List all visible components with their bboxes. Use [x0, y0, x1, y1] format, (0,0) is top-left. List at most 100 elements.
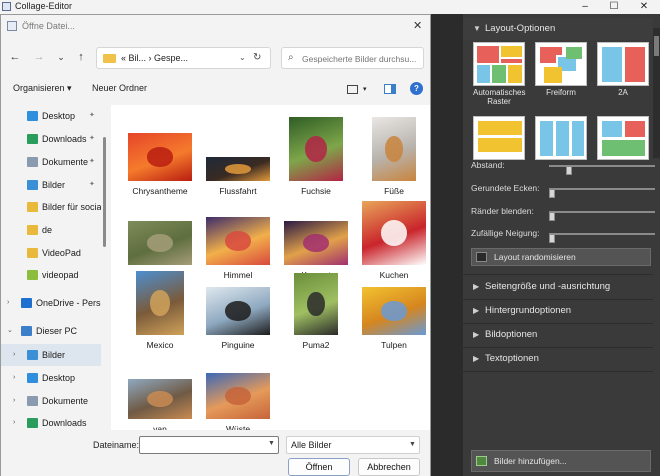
file-item[interactable]: Chrysantheme	[119, 133, 201, 196]
forward-button[interactable]: →	[31, 49, 47, 65]
chevron-down-icon[interactable]: ▼	[268, 440, 275, 447]
thumbnail-subject	[381, 301, 407, 321]
nav-item[interactable]: de	[1, 219, 101, 241]
nav-item[interactable]: › OneDrive - Perso	[1, 292, 101, 314]
nav-item[interactable]: Bilder ✦	[1, 174, 101, 196]
collage-canvas[interactable]	[430, 14, 463, 476]
filename-combobox[interactable]: ▼	[139, 436, 279, 454]
rounded-corners-slider[interactable]	[549, 188, 655, 198]
file-name: Himmel	[223, 270, 253, 280]
image-options-section[interactable]: ▶ Bildoptionen	[463, 324, 653, 346]
organize-menu[interactable]: Organisieren ▾	[13, 83, 72, 94]
address-bar[interactable]: « Bil... › Gespe... ⌄ ↻	[96, 47, 271, 69]
scrollbar-thumb[interactable]	[103, 137, 106, 247]
cancel-button[interactable]: Abbrechen	[358, 458, 420, 476]
file-type-filter[interactable]: Alle Bilder ▼	[286, 436, 420, 454]
layout-option-6[interactable]	[597, 116, 649, 160]
scrollbar-thumb[interactable]	[654, 36, 659, 56]
randomize-layout-button[interactable]: Layout randomisieren	[471, 248, 651, 266]
file-list-pane: ChrysanthemeFlussfahrtFuchsieFüßeHaseHim…	[111, 105, 430, 430]
nav-item[interactable]: ⌄ Dieser PC	[1, 320, 101, 342]
refresh-button[interactable]: ↻	[253, 52, 261, 63]
file-item[interactable]: Flussfahrt	[197, 157, 279, 196]
text-options-section[interactable]: ▶ Textoptionen	[463, 348, 653, 370]
file-item[interactable]: Pinguine	[197, 287, 279, 350]
breadcrumb[interactable]: « Bil... › Gespe...	[121, 53, 188, 63]
layout-option-5[interactable]	[535, 116, 587, 160]
preview-pane-icon[interactable]	[384, 84, 396, 94]
maximize-button[interactable]: ☐	[600, 0, 628, 14]
file-item[interactable]: Füße	[353, 117, 430, 196]
image-thumbnail	[128, 133, 192, 181]
search-box[interactable]: ⌕	[281, 47, 424, 69]
pictures-icon	[27, 180, 38, 190]
slider-knob[interactable]	[549, 212, 555, 221]
chevron-down-icon: ▼	[473, 24, 481, 33]
nav-item[interactable]: › Downloads	[1, 412, 101, 430]
back-button[interactable]: ←	[7, 49, 23, 65]
file-item[interactable]: Wüste	[197, 373, 279, 430]
nav-item[interactable]: › Desktop	[1, 367, 101, 389]
nav-item[interactable]: videopad	[1, 264, 101, 286]
layout-grid: Automatisches Raster Freiform 2A	[473, 42, 651, 160]
slider-knob[interactable]	[566, 166, 572, 175]
file-item[interactable]: van	[119, 379, 201, 430]
background-options-section[interactable]: ▶ Hintergrundoptionen	[463, 300, 653, 322]
chevron-right-icon[interactable]: ›	[7, 292, 9, 314]
nav-scrollbar[interactable]	[103, 107, 107, 407]
slider-knob[interactable]	[549, 189, 555, 198]
file-name: Chrysantheme	[132, 186, 188, 196]
layout-freeform[interactable]: Freiform	[535, 42, 587, 97]
add-image-icon	[476, 456, 487, 466]
thumbnail-subject	[225, 164, 251, 174]
chevron-right-icon[interactable]: ›	[13, 390, 15, 412]
view-dropdown[interactable]: ▾	[363, 85, 367, 93]
image-thumbnail	[294, 273, 338, 335]
folder-icon	[103, 54, 116, 63]
layout-auto-grid[interactable]: Automatisches Raster	[473, 42, 525, 106]
view-icon[interactable]	[347, 85, 358, 94]
chevron-right-icon: ▶	[473, 354, 480, 363]
file-item[interactable]: Tulpen	[353, 287, 430, 350]
add-images-button[interactable]: Bilder hinzufügen...	[471, 450, 651, 472]
chevron-down-icon[interactable]: ⌄	[7, 320, 13, 342]
layout-2a[interactable]: 2A	[597, 42, 649, 97]
dialog-close-button[interactable]: ✕	[413, 19, 422, 32]
file-item[interactable]: Puma2	[275, 273, 357, 350]
file-item[interactable]: Mexico	[119, 271, 201, 350]
file-item[interactable]: Kuchen	[353, 201, 430, 280]
new-folder-button[interactable]: Neuer Ordner	[92, 83, 147, 93]
search-input[interactable]	[302, 52, 422, 65]
file-item[interactable]: Konzert	[275, 221, 357, 280]
nav-item[interactable]: Desktop ✦	[1, 105, 101, 127]
file-item[interactable]: Himmel	[197, 217, 279, 280]
help-icon[interactable]: ?	[410, 82, 423, 95]
layout-options-header[interactable]: ▼ Layout-Optionen	[463, 18, 653, 40]
nav-item[interactable]: › Bilder	[1, 344, 101, 366]
chevron-right-icon[interactable]: ›	[13, 344, 15, 366]
nav-item[interactable]: › Dokumente	[1, 390, 101, 412]
address-dropdown[interactable]: ⌄	[239, 53, 246, 62]
recent-locations-button[interactable]: ⌄	[53, 49, 69, 65]
nav-item[interactable]: Dokumente ✦	[1, 151, 101, 173]
spacing-slider[interactable]	[549, 165, 655, 175]
chevron-right-icon[interactable]: ›	[13, 367, 15, 389]
fade-edges-slider[interactable]	[549, 211, 655, 221]
divider	[463, 371, 653, 372]
file-item[interactable]: Fuchsie	[275, 117, 357, 196]
nav-item[interactable]: Downloads ✦	[1, 128, 101, 150]
open-button[interactable]: Öffnen	[288, 458, 350, 476]
chevron-right-icon[interactable]: ›	[13, 412, 15, 430]
layout-option-4[interactable]	[473, 116, 525, 160]
close-button[interactable]: ✕	[630, 0, 658, 14]
nav-item[interactable]: Bilder für social	[1, 196, 101, 218]
random-tilt-slider[interactable]	[549, 233, 655, 243]
layout-scrollbar[interactable]	[653, 28, 660, 158]
nav-item[interactable]: VideoPad	[1, 242, 101, 264]
slider-knob[interactable]	[549, 234, 555, 243]
filename-input[interactable]	[143, 439, 261, 451]
layout-cell	[566, 47, 582, 59]
up-button[interactable]: ↑	[73, 49, 89, 65]
minimize-button[interactable]: –	[571, 0, 599, 14]
page-size-section[interactable]: ▶ Seitengröße und -ausrichtung	[463, 276, 653, 298]
